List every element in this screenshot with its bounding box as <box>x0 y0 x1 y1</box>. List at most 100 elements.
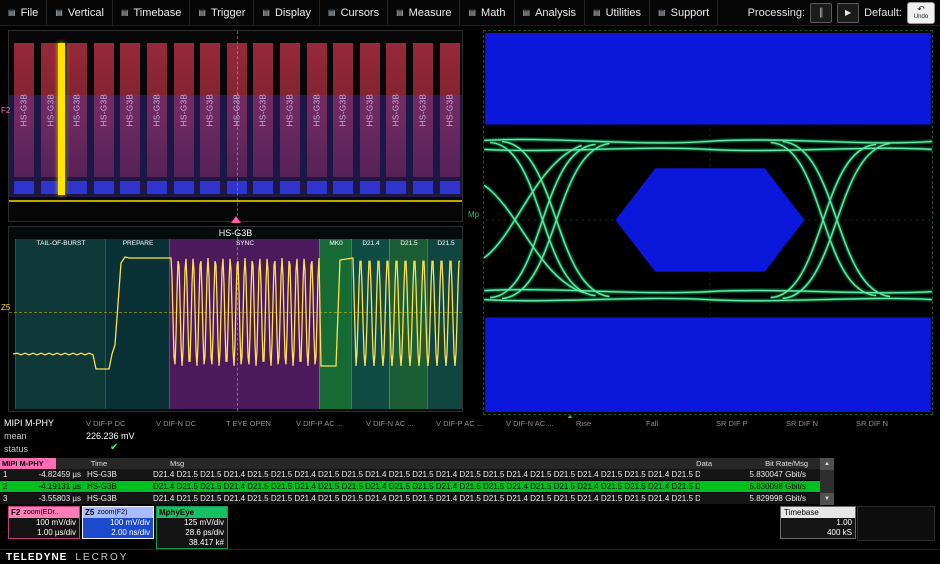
zoom-panel-title: HS-G3B <box>9 228 462 238</box>
measure-column[interactable]: SR DIF P <box>716 419 786 428</box>
measure-column[interactable]: V DIF-N AC ... <box>506 419 576 428</box>
play-icon: ▶ <box>845 8 851 17</box>
timebase-panel[interactable]: Timebase 1.00 400 kS <box>780 506 856 539</box>
menu-right-cluster: Processing: ║ ▶ Default: ↶ Undo <box>748 0 940 25</box>
timebase-title: Timebase <box>781 507 855 518</box>
table-row[interactable]: 3 -3.55803 µs HS-G3B D21.4 D21.5 D21.5 D… <box>0 493 820 505</box>
descriptor-id: MphyEye <box>159 508 194 517</box>
descriptor-hscale: 28.6 ps/div <box>157 528 227 538</box>
table-corner-label[interactable]: MIPI M-PHY <box>0 458 56 469</box>
descriptor-z5[interactable]: Z5zoom(F2) 100 mV/div 2.00 ns/div <box>82 506 154 539</box>
row-number: 2 <box>0 482 17 491</box>
row-time: -4.82459 µs <box>17 470 81 479</box>
descriptor-vscale: 100 mV/div <box>9 518 79 528</box>
menu-label: Vertical <box>68 7 104 19</box>
measure-column[interactable]: Rise <box>576 419 646 428</box>
descriptor-source: zoom(F2) <box>97 509 127 516</box>
measurement-strip: MIPI M-PHY mean status V DIF-P DC V DIF-… <box>0 418 940 458</box>
measure-columns: V DIF-P DC V DIF-N DC T EYE OPEN V DIF-P… <box>86 419 926 428</box>
menu-item-display[interactable]: ▤Display <box>254 0 320 25</box>
row-burst-type: HS-G3B <box>81 494 145 503</box>
menu-item-support[interactable]: ▤ Support <box>650 0 718 25</box>
status-pass-icon: ✔ <box>110 442 118 453</box>
timebase-extra-panel[interactable] <box>857 506 935 541</box>
play-button[interactable]: ▶ <box>837 3 859 23</box>
menu-item-cursors[interactable]: ▤Cursors <box>320 0 388 25</box>
timebase-samples: 400 kS <box>781 528 855 538</box>
measure-column[interactable]: V DIF-P DC <box>86 419 156 428</box>
menu-label: Support <box>671 7 710 19</box>
descriptor-count: 38.417 k# <box>157 538 227 548</box>
menu-label: Analysis <box>535 7 576 19</box>
menu-item-utilities[interactable]: ▤Utilities <box>585 0 650 25</box>
center-cursor-line <box>237 31 238 221</box>
menu-label: Measure <box>409 7 452 19</box>
menu-icon: ▤ <box>121 8 129 17</box>
menu-label: Trigger <box>211 7 245 19</box>
col-header-time[interactable]: Time <box>56 459 142 468</box>
measure-mean-label: mean <box>4 431 27 441</box>
eye-diagram <box>484 31 932 414</box>
descriptor-vscale: 100 mV/div <box>83 518 153 528</box>
row-burst-type: HS-G3B <box>81 482 145 491</box>
menu-item-timebase[interactable]: ▤Timebase <box>113 0 190 25</box>
undo-button[interactable]: ↶ Undo <box>907 2 935 24</box>
menu-icon: ▤ <box>55 8 63 17</box>
measure-column[interactable]: V DIF-N DC <box>156 419 226 428</box>
pause-button[interactable]: ║ <box>810 3 832 23</box>
menu-label: Display <box>275 7 311 19</box>
default-label: Default: <box>864 7 902 19</box>
measure-column[interactable]: SR DIF N <box>856 419 926 428</box>
menu-item-file[interactable]: ▤File <box>0 0 47 25</box>
menu-icon: ▤ <box>593 8 601 17</box>
descriptor-mphyeye[interactable]: MphyEye 125 mV/div 28.6 ps/div 38.417 k# <box>156 506 228 549</box>
channel-label-f2: F2 <box>1 106 10 115</box>
menu-icon: ▤ <box>198 8 206 17</box>
channel-label-mp: Mp <box>468 210 479 219</box>
col-header-msg[interactable]: Msg <box>142 459 652 468</box>
row-burst-type: HS-G3B <box>81 470 145 479</box>
eye-mask-hexagon <box>615 168 804 271</box>
descriptor-f2[interactable]: F2zoom(EDr.. 100 mV/div 1.00 µs/div <box>8 506 80 539</box>
footer-bar: TELEDYNE LECROY <box>0 549 940 564</box>
measure-column[interactable]: Fall <box>646 419 716 428</box>
table-scrollbar[interactable]: ▲ ▼ <box>820 458 834 505</box>
col-header-bitrate[interactable]: Bit Rate/Msg <box>712 459 820 468</box>
menu-icon: ▤ <box>523 8 531 17</box>
menu-item-trigger[interactable]: ▤ Trigger <box>190 0 254 25</box>
row-time: -4.19131 µs <box>17 482 81 491</box>
brand-logo: TELEDYNE <box>6 552 67 563</box>
row-number: 3 <box>0 494 17 503</box>
menu-item-analysis[interactable]: ▤ Analysis <box>515 0 586 25</box>
zoom-panel[interactable]: TAIL-OF-BURST PREPARE SYNC MK0 D21.4 D21… <box>8 226 463 412</box>
scroll-down-icon[interactable]: ▼ <box>820 493 834 505</box>
menu-icon: ▤ <box>658 8 666 17</box>
descriptor-hscale: 1.00 µs/div <box>9 528 79 538</box>
burst-overview-panel[interactable]: HS-G3BHS-G3BHS-G3BHS-G3BHS-G3BHS-G3BHS-G… <box>8 30 463 222</box>
scroll-up-icon[interactable]: ▲ <box>820 458 834 470</box>
pause-icon: ║ <box>818 8 824 17</box>
measure-column[interactable]: V DIF-P AC ... <box>296 419 366 428</box>
table-row-selected[interactable]: 2 -4.19131 µs HS-G3B D21.4 D21.5 D21.5 D… <box>0 481 820 493</box>
trigger-position-marker <box>231 216 241 223</box>
menu-item-vertical[interactable]: ▤ Vertical <box>47 0 113 25</box>
menu-icon: ▤ <box>396 8 404 17</box>
descriptor-vscale: 125 mV/div <box>157 518 227 528</box>
measure-column[interactable]: V DIF-N AC ... <box>366 419 436 428</box>
measure-column[interactable]: V DIF-P AC ... <box>436 419 506 428</box>
table-row[interactable]: 1 -4.82459 µs HS-G3B D21.4 D21.5 D21.5 D… <box>0 469 820 481</box>
measure-column[interactable]: T EYE OPEN <box>226 419 296 428</box>
row-bitrate: 5.829998 Gbit/s <box>700 494 820 503</box>
menu-item-measure[interactable]: ▤ Measure <box>388 0 460 25</box>
zoom-region-highlight[interactable] <box>58 43 65 195</box>
menu-item-math[interactable]: ▤Math <box>460 0 514 25</box>
measure-column[interactable]: SR DIF N <box>786 419 856 428</box>
decode-table-header: MIPI M-PHY Time Msg Data Bit Rate/Msg <box>0 458 820 469</box>
menu-label: Math <box>481 7 505 19</box>
row-bitrate: 5.830047 Gbit/s <box>700 470 820 479</box>
eye-diagram-panel[interactable] <box>483 30 933 415</box>
menu-icon: ▤ <box>328 8 336 17</box>
descriptor-id: Z5 <box>85 508 94 517</box>
col-header-data[interactable]: Data <box>652 459 712 468</box>
descriptor-source: zoom(EDr.. <box>23 509 58 516</box>
